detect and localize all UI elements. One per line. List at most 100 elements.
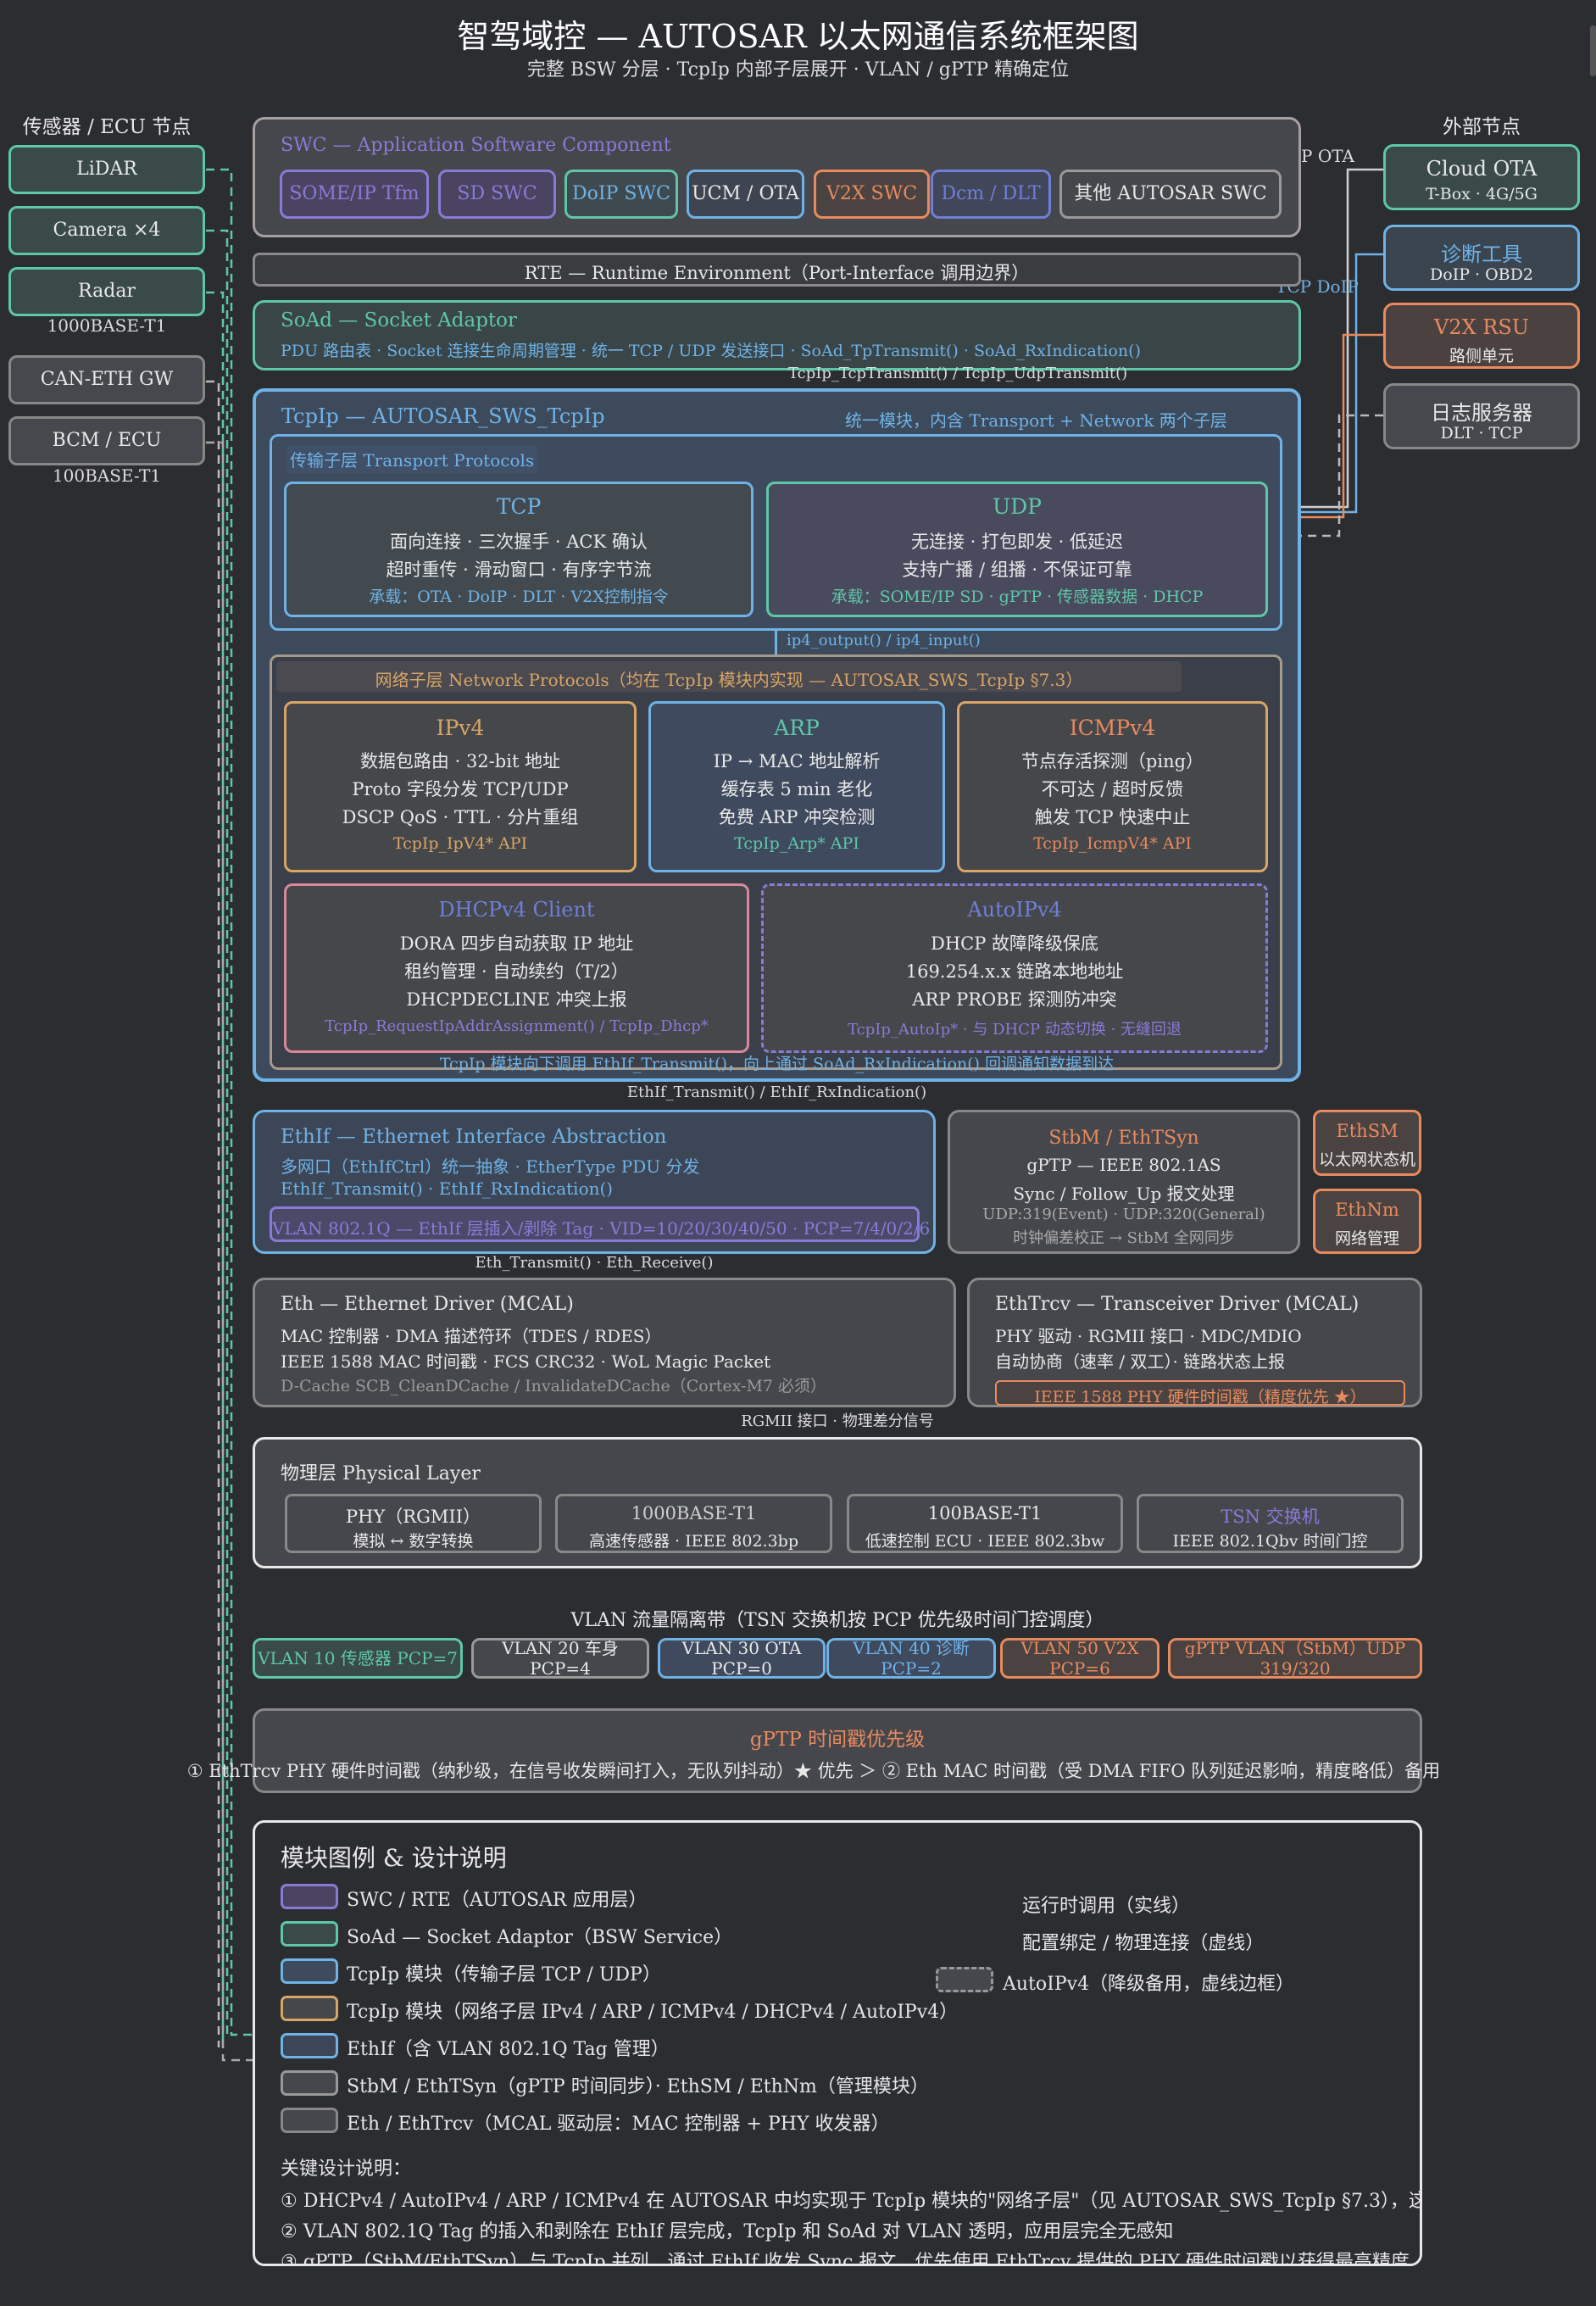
vlan-10[interactable]: VLAN 10 传感器 PCP=7	[253, 1638, 463, 1679]
node-name: 日志服务器	[1431, 401, 1532, 425]
swc-v2x[interactable]: V2X SWC	[814, 170, 930, 219]
vlan-gptp[interactable]: gPTP VLAN（StbM）UDP 319/320	[1168, 1638, 1422, 1679]
edge-line-ip4	[775, 631, 777, 654]
edge-label-eth: Eth_Transmit() · Eth_Receive()	[475, 1254, 714, 1272]
ethif-title: EthIf — Ethernet Interface Abstraction	[281, 1126, 667, 1148]
stbm-line-3: UDP:319(Event) · UDP:320(General)	[982, 1206, 1265, 1223]
stbm-line-1: gPTP — IEEE 802.1AS	[1026, 1155, 1221, 1175]
node-can-eth-gw[interactable]: CAN-ETH GW	[8, 355, 205, 404]
node-radar[interactable]: Radar	[8, 267, 205, 316]
soad-desc: PDU 路由表 · Socket 连接生命周期管理 · 统一 TCP / UDP…	[281, 342, 1141, 360]
phy-100base-t1[interactable]: 100BASE-T1 低速控制 ECU · IEEE 802.3bw	[847, 1494, 1123, 1553]
tcp-line-1: 面向连接 · 三次握手 · ACK 确认	[390, 532, 648, 552]
ethtrcv-title: EthTrcv — Transceiver Driver (MCAL)	[995, 1294, 1360, 1315]
autoipv4-api: TcpIp_AutoIp* · 与 DHCP 动态切换 · 无缝回退	[848, 1021, 1182, 1039]
phy-tsn-switch[interactable]: TSN 交换机 IEEE 802.1Qbv 时间门控	[1137, 1494, 1404, 1553]
edge-label-ip4: ip4_output() / ip4_input()	[787, 632, 981, 649]
phy-item-name: 100BASE-T1	[927, 1503, 1043, 1523]
ethsm-block[interactable]: EthSM 以太网状态机	[1313, 1110, 1421, 1176]
node-cloud-ota[interactable]: Cloud OTA T-Box · 4G/5G	[1383, 144, 1580, 210]
ipv4-api: TcpIp_IpV4* API	[392, 834, 528, 853]
arp-line-3: 免费 ARP 冲突检测	[718, 807, 876, 827]
phy-1000base-t1[interactable]: 1000BASE-T1 高速传感器 · IEEE 802.3bp	[555, 1494, 832, 1553]
eth-line-1: MAC 控制器 · DMA 描述符环（TDES / RDES）	[281, 1326, 662, 1346]
phy-rgmii[interactable]: PHY（RGMII） 模拟 ↔ 数字转换	[285, 1494, 542, 1553]
legend-label-swc: SWC / RTE（AUTOSAR 应用层）	[347, 1890, 648, 1911]
eth-title: Eth — Ethernet Driver (MCAL)	[281, 1294, 574, 1315]
ethsm-name: EthSM	[1336, 1121, 1399, 1141]
rte-label: RTE — Runtime Environment（Port-Interface…	[524, 263, 1030, 283]
tcpip-bottom-note: TcpIp 模块向下调用 EthIf_Transmit()，向上通过 SoAd_…	[439, 1055, 1115, 1073]
tcpip-note: 统一模块，内含 Transport + Network 两个子层	[845, 410, 1227, 431]
swc-doip[interactable]: DoIP SWC	[564, 170, 678, 219]
legend-swatch-stbm	[281, 2070, 338, 2096]
dhcpv4-block[interactable]: DHCPv4 Client DORA 四步自动获取 IP 地址 租约管理 · 自…	[284, 883, 749, 1053]
arp-line-2: 缓存表 5 min 老化	[720, 779, 873, 799]
edge-label-ota: P OTA	[1301, 146, 1354, 166]
ipv4-line-1: 数据包路由 · 32-bit 地址	[359, 751, 561, 771]
arp-line-1: IP → MAC 地址解析	[713, 751, 881, 771]
stbm-block[interactable]: StbM / EthTSyn gPTP — IEEE 802.1AS Sync …	[948, 1110, 1300, 1254]
legend-swatch-mcal	[281, 2108, 338, 2133]
node-v2x-rsu[interactable]: V2X RSU 路侧单元	[1383, 303, 1580, 369]
vlan-20[interactable]: VLAN 20 车身 PCP=4	[471, 1638, 649, 1679]
tcpip-title: TcpIp — AUTOSAR_SWS_TcpIp	[281, 404, 605, 428]
ethif-vlan-tag[interactable]: VLAN 802.1Q — EthIf 层插入/剥除 Tag · VID=10/…	[270, 1206, 931, 1242]
udp-block[interactable]: UDP 无连接 · 打包即发 · 低延迟 支持广播 / 组播 · 不保证可靠 承…	[766, 482, 1268, 617]
swc-ucm-ota[interactable]: UCM / OTA	[687, 170, 804, 219]
ethnm-name: EthNm	[1335, 1200, 1399, 1220]
swc-dcm-dlt[interactable]: Dcm / DLT	[931, 170, 1051, 219]
node-sub: 路侧单元	[1449, 347, 1514, 365]
right-heading: 外部节点	[1443, 116, 1521, 138]
icmpv4-block[interactable]: ICMPv4 节点存活探测（ping） 不可达 / 超时反馈 触发 TCP 快速…	[957, 701, 1268, 872]
legend-label-autoip: AutoIPv4（降级备用，虚线边框）	[1003, 1974, 1295, 1995]
node-diag-tool[interactable]: 诊断工具 DoIP · OBD2	[1383, 225, 1580, 291]
node-camera[interactable]: Camera ×4	[8, 206, 205, 255]
vlan-30[interactable]: VLAN 30 OTA PCP=0	[658, 1638, 826, 1679]
network-title: 网络子层 Network Protocols（均在 TcpIp 模块内实现 — …	[375, 670, 1083, 690]
node-bcm-ecu[interactable]: BCM / ECU	[8, 416, 205, 465]
gptp-title: gPTP 时间戳优先级	[749, 1729, 926, 1751]
phy-item-name: TSN 交换机	[1221, 1507, 1320, 1527]
transport-title: 传输子层 Transport Protocols	[286, 445, 538, 473]
legend-note-1: ① DHCPv4 / AutoIPv4 / ARP / ICMPv4 在 AUT…	[281, 2191, 1420, 2212]
udp-line-3: 承载：SOME/IP SD · gPTP · 传感器数据 · DHCP	[831, 588, 1204, 606]
left-note-100base: 100BASE-T1	[52, 465, 162, 486]
icmpv4-line-2: 不可达 / 超时反馈	[1041, 779, 1184, 799]
dhcpv4-api: TcpIp_RequestIpAddrAssignment() / TcpIp_…	[325, 1017, 709, 1035]
icmpv4-name: ICMPv4	[1069, 716, 1156, 740]
node-sub: DoIP · OBD2	[1430, 265, 1533, 284]
legend-label-ethif: EthIf（含 VLAN 802.1Q Tag 管理）	[347, 2039, 670, 2060]
arp-block[interactable]: ARP IP → MAC 地址解析 缓存表 5 min 老化 免费 ARP 冲突…	[648, 701, 945, 872]
node-lidar[interactable]: LiDAR	[8, 145, 205, 194]
legend-label-soad: SoAd — Socket Adaptor（BSW Service）	[347, 1927, 733, 1948]
ipv4-block[interactable]: IPv4 数据包路由 · 32-bit 地址 Proto 字段分发 TCP/UD…	[284, 701, 637, 872]
scrollbar-thumb[interactable]	[1590, 25, 1596, 76]
soad-title: SoAd — Socket Adaptor	[281, 309, 517, 331]
legend-swatch-transport	[281, 1958, 338, 1984]
edge-label-tcpip-transmit: TcpIp_TcpTransmit() / TcpIp_UdpTransmit(…	[788, 365, 1128, 382]
tcp-block[interactable]: TCP 面向连接 · 三次握手 · ACK 确认 超时重传 · 滑动窗口 · 有…	[284, 482, 754, 617]
swc-other[interactable]: 其他 AUTOSAR SWC	[1059, 170, 1282, 219]
ethtrcv-badge-label: IEEE 1588 PHY 硬件时间戳（精度优先 ★）	[1034, 1388, 1366, 1406]
vlan-40[interactable]: VLAN 40 诊断 PCP=2	[826, 1638, 996, 1679]
eth-line-3: D-Cache SCB_CleanDCache / InvalidateDCac…	[281, 1377, 827, 1395]
ethnm-block[interactable]: EthNm 网络管理	[1313, 1189, 1421, 1254]
icmpv4-line-3: 触发 TCP 快速中止	[1034, 807, 1191, 827]
ethif-vlan-label: VLAN 802.1Q — EthIf 层插入/剥除 Tag · VID=10/…	[272, 1218, 931, 1239]
autoipv4-block[interactable]: AutoIPv4 DHCP 故障降级保底 169.254.x.x 链路本地地址 …	[761, 883, 1268, 1053]
autoipv4-line-1: DHCP 故障降级保底	[930, 933, 1099, 954]
vlan-50[interactable]: VLAN 50 V2X PCP=6	[1000, 1638, 1159, 1679]
ethtrcv-line-1: PHY 驱动 · RGMII 接口 · MDC/MDIO	[995, 1326, 1302, 1346]
legend-label-mcal: Eth / EthTrcv（MCAL 驱动层：MAC 控制器 + PHY 收发器…	[347, 2114, 890, 2135]
swc-sd[interactable]: SD SWC	[438, 170, 556, 219]
swc-someip-tfm[interactable]: SOME/IP Tfm	[280, 170, 429, 219]
arp-name: ARP	[774, 716, 820, 740]
left-heading: 传感器 / ECU 节点	[22, 116, 192, 138]
node-sub: DLT · TCP	[1440, 424, 1523, 443]
udp-line-1: 无连接 · 打包即发 · 低延迟	[910, 532, 1124, 552]
edge-label-ethif: EthIf_Transmit() / EthIf_RxIndication()	[626, 1083, 927, 1101]
legend-label-transport: TcpIp 模块（传输子层 TCP / UDP）	[347, 1964, 661, 1986]
ethif-line-1: 多网口（EthIfCtrl）统一抽象 · EtherType PDU 分发	[281, 1156, 700, 1177]
node-log-server[interactable]: 日志服务器 DLT · TCP	[1383, 383, 1580, 449]
